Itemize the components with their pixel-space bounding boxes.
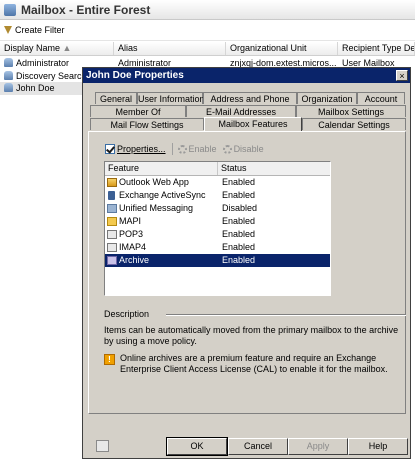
dialog-title: John Doe Properties	[86, 70, 184, 81]
disable-button[interactable]: Disable	[222, 144, 264, 154]
feature-status: Enabled	[222, 255, 256, 265]
properties-label: Properties...	[117, 144, 166, 154]
cancel-button[interactable]: Cancel	[228, 438, 288, 455]
help-button[interactable]: Help	[348, 438, 408, 455]
warning-text: Online archives are a premium feature an…	[120, 353, 388, 374]
description-divider	[166, 314, 406, 316]
unified-messaging-icon	[107, 204, 117, 213]
description-text: Items can be automatically moved from th…	[104, 325, 399, 346]
console-toolbar: Create Filter	[0, 20, 415, 41]
feature-row[interactable]: Unified Messaging Disabled	[105, 202, 330, 215]
feature-list-header: Feature Status	[105, 162, 330, 176]
warning-icon: !	[104, 354, 115, 365]
column-label: Alias	[118, 43, 138, 53]
feature-name: Exchange ActiveSync	[119, 190, 206, 200]
column-recipient-type[interactable]: Recipient Type Deta	[338, 42, 415, 55]
archive-icon	[107, 256, 117, 265]
feature-name: MAPI	[119, 216, 142, 226]
properties-button[interactable]: Properties...	[105, 144, 166, 154]
tab-member-of[interactable]: Member Of	[90, 105, 186, 117]
tab-account[interactable]: Account	[357, 92, 405, 104]
tab-address-and-phone[interactable]: Address and Phone	[203, 92, 297, 104]
console-list-header: Display Name ▲ Alias Organizational Unit…	[0, 42, 415, 56]
column-display-name[interactable]: Display Name ▲	[0, 42, 114, 55]
column-organizational-unit[interactable]: Organizational Unit	[226, 42, 338, 55]
imap4-icon	[107, 243, 117, 252]
feature-row[interactable]: IMAP4 Enabled	[105, 241, 330, 254]
create-filter-label: Create Filter	[15, 25, 65, 35]
properties-dialog: John Doe Properties × General User Infor…	[82, 67, 411, 459]
dialog-title-bar: John Doe Properties	[83, 68, 410, 83]
enable-icon	[177, 144, 187, 154]
enable-label: Enable	[188, 144, 217, 154]
cell-text: John Doe	[16, 83, 55, 93]
feature-name: POP3	[119, 229, 144, 239]
create-filter-button[interactable]: Create Filter	[4, 25, 65, 35]
feature-name: IMAP4	[119, 242, 147, 252]
tab-calendar-settings[interactable]: Calendar Settings	[302, 118, 406, 130]
console-title-bar: Mailbox - Entire Forest	[0, 0, 415, 20]
feature-toolbar: Properties... Enable Disable	[105, 141, 270, 157]
tab-mailbox-features[interactable]: Mailbox Features	[204, 117, 302, 131]
user-mailbox-icon	[4, 83, 13, 92]
feature-status: Enabled	[222, 216, 256, 226]
row-display-name: John Doe	[0, 82, 82, 95]
disable-icon	[222, 144, 232, 154]
pop3-icon	[107, 230, 117, 239]
cell-text: Administrator	[16, 58, 70, 68]
cell-text: Discovery Search	[16, 71, 87, 81]
column-feature[interactable]: Feature	[105, 162, 218, 175]
column-label: Recipient Type Deta	[342, 43, 415, 53]
feature-row-selected[interactable]: Archive Enabled	[105, 254, 330, 267]
filter-icon	[4, 26, 12, 34]
outlook-web-app-icon	[107, 178, 117, 187]
tab-mailbox-settings[interactable]: Mailbox Settings	[296, 105, 406, 117]
ok-button[interactable]: OK	[166, 437, 228, 456]
feature-row[interactable]: MAPI Enabled	[105, 215, 330, 228]
feature-name: Outlook Web App	[119, 177, 189, 187]
close-button[interactable]: ×	[396, 70, 408, 81]
activesync-icon	[108, 191, 115, 200]
close-icon: ×	[399, 71, 405, 81]
properties-icon	[105, 144, 115, 154]
tab-user-information[interactable]: User Information	[137, 92, 205, 104]
user-mailbox-icon	[4, 71, 13, 80]
apply-button[interactable]: Apply	[288, 438, 348, 455]
feature-row[interactable]: Outlook Web App Enabled	[105, 176, 330, 189]
console-title: Mailbox - Entire Forest	[21, 2, 151, 17]
column-status[interactable]: Status	[218, 162, 330, 175]
feature-row[interactable]: Exchange ActiveSync Enabled	[105, 189, 330, 202]
feature-status: Enabled	[222, 242, 256, 252]
feature-row[interactable]: POP3 Enabled	[105, 228, 330, 241]
feature-status: Enabled	[222, 177, 256, 187]
tab-organization[interactable]: Organization	[297, 92, 357, 104]
enable-button[interactable]: Enable	[177, 144, 217, 154]
tab-general[interactable]: General	[95, 92, 137, 104]
user-mailbox-icon	[4, 58, 13, 67]
mailbox-icon	[4, 3, 16, 16]
toolbar-separator	[171, 143, 173, 155]
tab-email-addresses[interactable]: E-Mail Addresses	[186, 105, 296, 117]
column-alias[interactable]: Alias	[114, 42, 226, 55]
column-label: Organizational Unit	[230, 43, 307, 53]
feature-status: Enabled	[222, 229, 256, 239]
feature-status: Enabled	[222, 190, 256, 200]
tab-mail-flow-settings[interactable]: Mail Flow Settings	[90, 118, 204, 130]
feature-name: Archive	[119, 255, 150, 265]
column-label: Display Name	[4, 43, 61, 53]
sort-ascending-icon: ▲	[62, 43, 72, 53]
table-row-selected[interactable]: John Doe	[0, 82, 82, 95]
disable-label: Disable	[233, 144, 264, 154]
mapi-icon	[107, 217, 117, 226]
feature-status: Disabled	[222, 203, 258, 213]
description-label: Description	[104, 309, 150, 319]
help-topic-icon[interactable]	[96, 440, 109, 452]
feature-name: Unified Messaging	[119, 203, 194, 213]
feature-list[interactable]: Feature Status Outlook Web App Enabled E…	[104, 161, 331, 296]
